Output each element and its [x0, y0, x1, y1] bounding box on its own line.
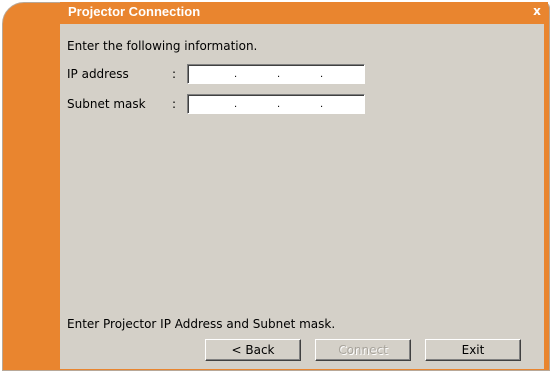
connect-button[interactable]: Connect [315, 339, 411, 361]
ip-address-label: IP address [67, 67, 129, 81]
ip-separator-2: . [277, 69, 281, 80]
subnet-separator-2: . [277, 99, 281, 110]
projector-connection-window: Projector Connection x Enter the followi… [0, 0, 550, 373]
subnet-mask-label: Subnet mask [67, 97, 146, 111]
close-button[interactable]: x [530, 4, 544, 18]
subnet-mask-field[interactable]: . . . [187, 94, 365, 114]
title-bar[interactable]: Projector Connection x [60, 2, 548, 22]
subnet-separator-1: . [234, 99, 238, 110]
status-message: Enter Projector IP Address and Subnet ma… [67, 317, 336, 331]
instruction-text: Enter the following information. [67, 39, 258, 53]
ip-separator-3: . [320, 69, 324, 80]
subnet-separator-3: . [320, 99, 324, 110]
back-button[interactable]: < Back [205, 339, 301, 361]
ip-address-colon: : [172, 67, 177, 81]
ip-address-field[interactable]: . . . [187, 64, 365, 84]
dialog-content: Enter the following information. IP addr… [60, 24, 544, 369]
subnet-mask-colon: : [172, 97, 177, 111]
ip-separator-1: . [234, 69, 238, 80]
exit-button[interactable]: Exit [425, 339, 521, 361]
window-title: Projector Connection [68, 4, 201, 19]
